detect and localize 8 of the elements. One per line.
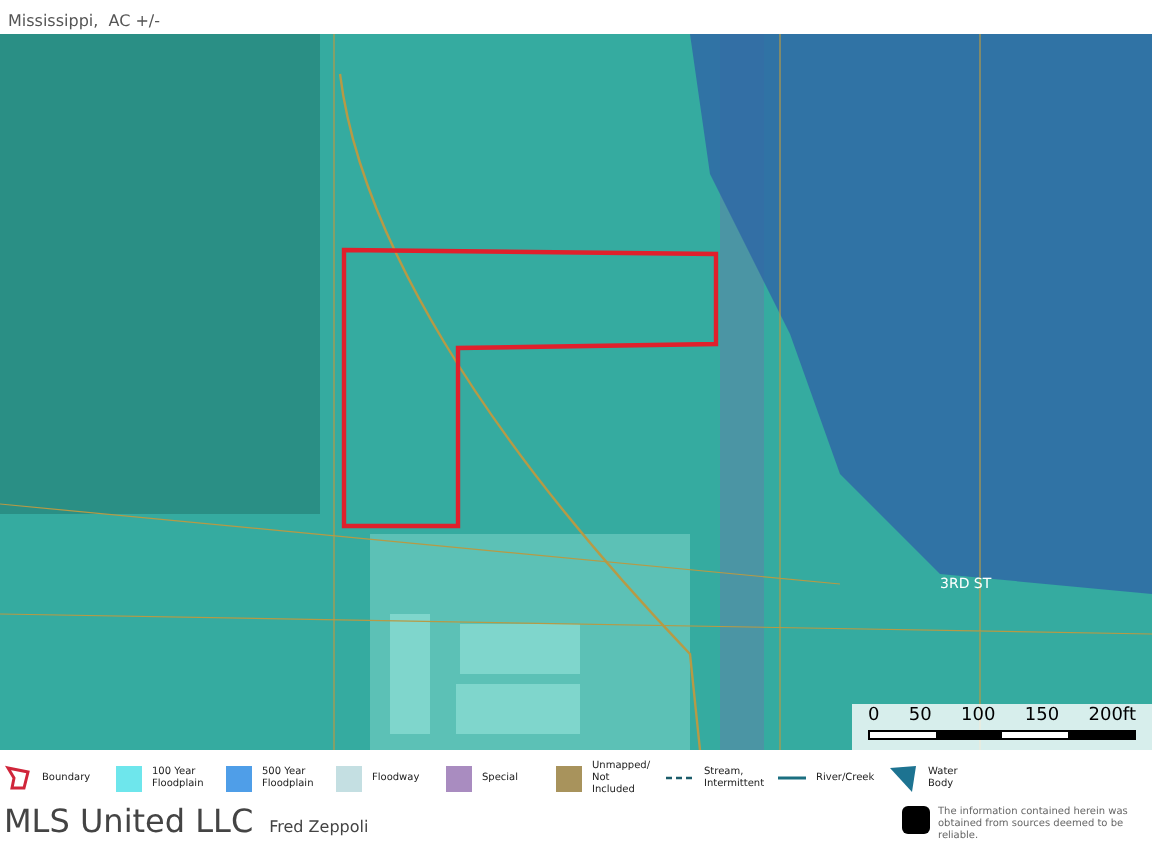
scale-label: 100 <box>961 708 996 726</box>
scale-label: 0 <box>868 708 880 726</box>
scale-label: 200ft <box>1088 708 1136 726</box>
location-subtitle: Mississippi, AC +/- <box>8 14 160 34</box>
scale-label: 50 <box>908 708 932 726</box>
agent-name: Fred Zeppoli <box>269 820 369 836</box>
company-name: MLS United LLC <box>4 806 254 838</box>
scale-label: 150 <box>1024 708 1060 726</box>
